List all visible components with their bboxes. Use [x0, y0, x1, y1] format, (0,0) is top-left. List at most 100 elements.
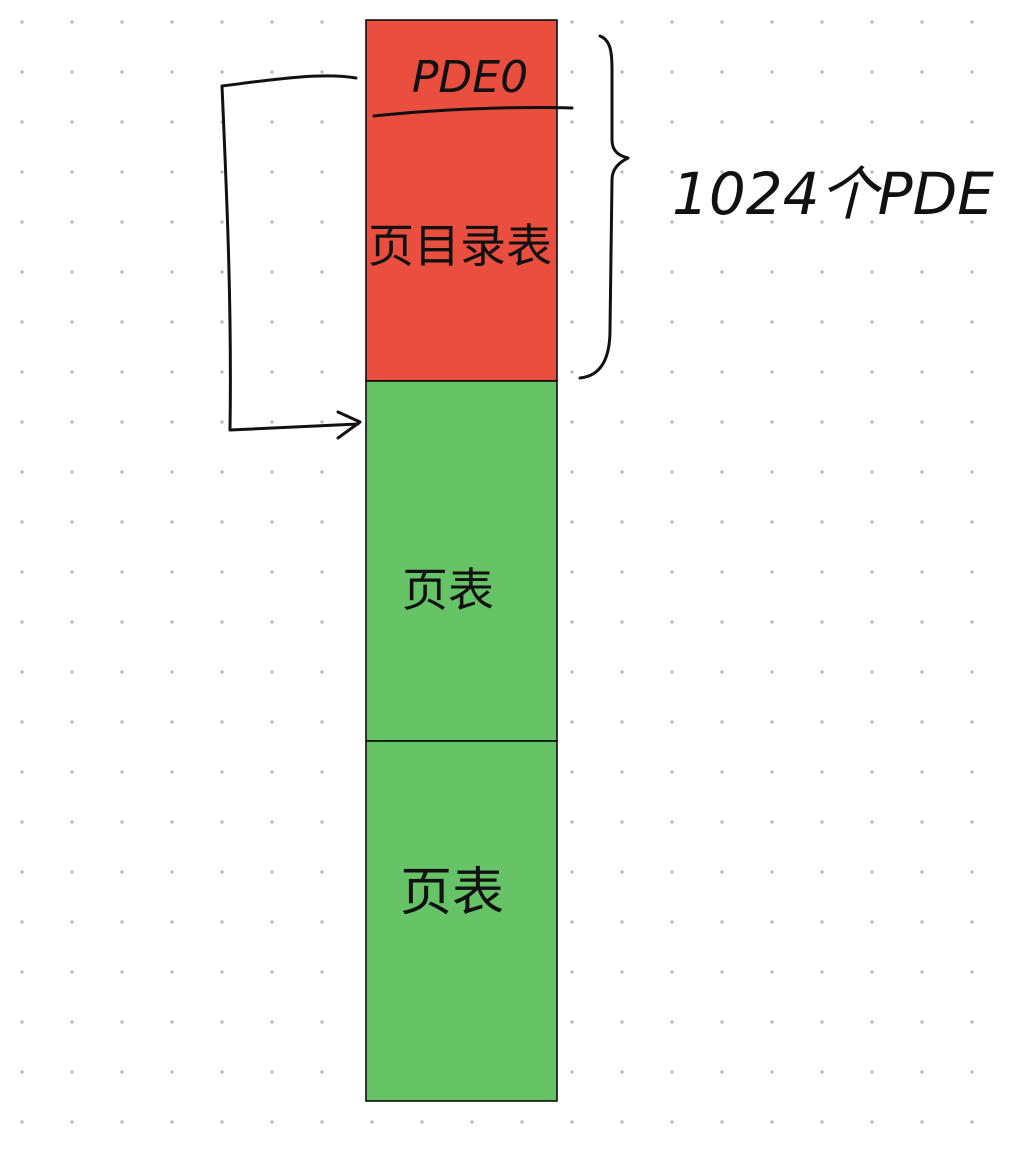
grid-dot [70, 620, 74, 624]
grid-dot [120, 1070, 124, 1074]
grid-dot [120, 420, 124, 424]
grid-dot [20, 820, 24, 824]
grid-dot [70, 520, 74, 524]
grid-dot [870, 1070, 874, 1074]
grid-dot [220, 870, 224, 874]
grid-dot [920, 470, 924, 474]
grid-dot [70, 220, 74, 224]
grid-dot [720, 420, 724, 424]
grid-dot [870, 120, 874, 124]
grid-dot [670, 970, 674, 974]
grid-dot [270, 470, 274, 474]
grid-dot [970, 920, 974, 924]
grid-dot [920, 1020, 924, 1024]
grid-dot [770, 970, 774, 974]
grid-dot [820, 470, 824, 474]
grid-dot [920, 570, 924, 574]
grid-dot [870, 620, 874, 624]
grid-dot [70, 970, 74, 974]
grid-dot [870, 820, 874, 824]
grid-dot [170, 870, 174, 874]
grid-dot [820, 1020, 824, 1024]
grid-dot [570, 720, 574, 724]
grid-dot [270, 170, 274, 174]
grid-dot [820, 420, 824, 424]
grid-dot [970, 870, 974, 874]
grid-dot [970, 270, 974, 274]
grid-dot [220, 370, 224, 374]
grid-dot [620, 620, 624, 624]
grid-dot [20, 20, 24, 24]
grid-dot [220, 820, 224, 824]
memory-layout-diagram: PDE0 页目录表 页表 页表 1024个PDE [20, 19, 994, 1124]
grid-dot [570, 170, 574, 174]
grid-dot [120, 820, 124, 824]
grid-dot [270, 20, 274, 24]
pde0-pointer-arrow [220, 74, 360, 432]
grid-dot [270, 1120, 274, 1124]
grid-dot [70, 370, 74, 374]
grid-dot [820, 820, 824, 824]
grid-dot [70, 1070, 74, 1074]
page-table-label-1: 页表 [402, 563, 494, 617]
grid-dot [620, 170, 624, 174]
grid-dot [820, 920, 824, 924]
grid-dot [320, 470, 324, 474]
grid-dot [120, 570, 124, 574]
grid-dot [570, 870, 574, 874]
grid-dot [170, 420, 174, 424]
grid-dot [720, 920, 724, 924]
grid-dot [970, 970, 974, 974]
grid-dot [70, 420, 74, 424]
grid-dot [170, 620, 174, 624]
grid-dot [620, 970, 624, 974]
grid-dot [920, 720, 924, 724]
grid-dot [970, 420, 974, 424]
grid-dot [220, 570, 224, 574]
grid-dot [170, 270, 174, 274]
grid-dot [120, 770, 124, 774]
grid-dot [70, 20, 74, 24]
grid-dot [820, 620, 824, 624]
canvas: PDE0 页目录表 页表 页表 1024个PDE [0, 0, 1015, 1164]
grid-dot [220, 970, 224, 974]
grid-dot [320, 520, 324, 524]
grid-dot [720, 70, 724, 74]
grid-dot [920, 1070, 924, 1074]
grid-dot [770, 70, 774, 74]
grid-dot [20, 270, 24, 274]
grid-dot [820, 570, 824, 574]
grid-dot [620, 1070, 624, 1074]
grid-dot [970, 1020, 974, 1024]
grid-dot [820, 770, 824, 774]
grid-dot [720, 470, 724, 474]
grid-dot [220, 170, 224, 174]
grid-dot [70, 120, 74, 124]
grid-dot [270, 620, 274, 624]
grid-dot [870, 320, 874, 324]
grid-dot [720, 270, 724, 274]
grid-dot [770, 120, 774, 124]
grid-dot [770, 1020, 774, 1024]
grid-dot [270, 920, 274, 924]
pde-count-annotation: 1024个PDE [672, 160, 994, 228]
grid-dot [470, 1120, 474, 1124]
grid-dot [620, 420, 624, 424]
grid-dot [320, 420, 324, 424]
grid-dot [170, 1020, 174, 1024]
grid-dot [620, 270, 624, 274]
grid-dot [570, 820, 574, 824]
grid-dot [570, 520, 574, 524]
grid-dot [920, 420, 924, 424]
grid-dot [670, 620, 674, 624]
grid-dot [870, 520, 874, 524]
grid-dot [270, 770, 274, 774]
grid-dot [320, 320, 324, 324]
grid-dot [570, 20, 574, 24]
grid-dot [320, 1070, 324, 1074]
grid-dot [820, 870, 824, 874]
grid-dot [570, 970, 574, 974]
page-directory-label: 页目录表 [368, 219, 552, 273]
grid-dot [720, 320, 724, 324]
grid-dot [270, 570, 274, 574]
